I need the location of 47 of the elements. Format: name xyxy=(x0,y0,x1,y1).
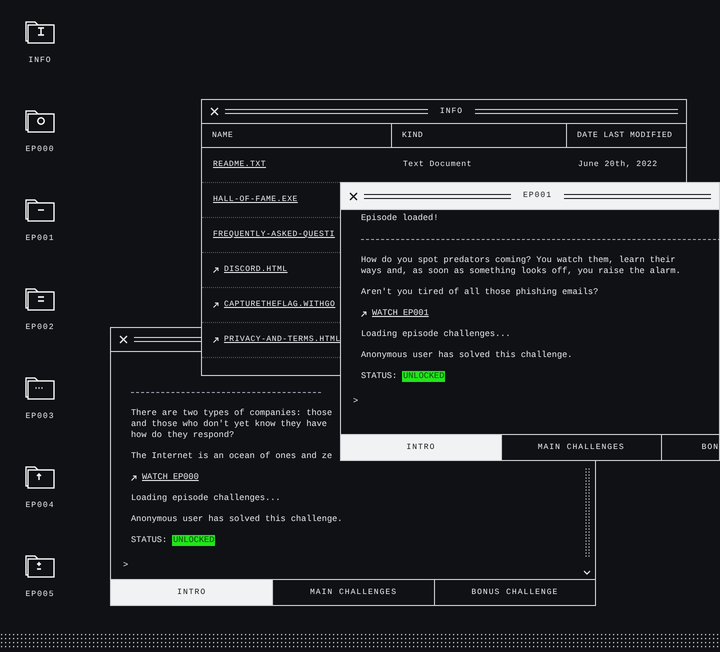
table-cell: June 20th, 2022 xyxy=(578,160,658,169)
status-label: STATUS: xyxy=(131,535,168,546)
folder-label: EP005 xyxy=(25,589,54,601)
terminal-text: Episode loaded! xyxy=(361,213,438,224)
watch-link[interactable]: WATCH EP000 xyxy=(142,472,199,483)
folder-label: INFO xyxy=(28,55,52,67)
file-link[interactable]: README.TXT xyxy=(213,159,266,171)
folder-label: EP004 xyxy=(25,500,54,512)
folder-label: EP003 xyxy=(25,411,54,423)
arrow-icon xyxy=(213,302,219,308)
folder-label: EP002 xyxy=(25,322,54,334)
chevron-down-icon[interactable] xyxy=(583,570,591,575)
tab[interactable]: INTRO xyxy=(111,580,272,605)
terminal-text: The Internet is an ocean of ones and ze xyxy=(131,451,332,462)
file-link[interactable]: HALL-OF-FAME.EXE xyxy=(213,194,298,206)
status-badge: UNLOCKED xyxy=(172,535,216,546)
file-link[interactable]: DISCORD.HTML xyxy=(224,264,288,276)
file-link[interactable]: FREQUENTLY-ASKED-QUESTI xyxy=(213,229,335,241)
arrow-icon xyxy=(213,267,219,273)
file-link[interactable]: PRIVACY-AND-TERMS.HTML xyxy=(224,334,341,346)
table-cell: Text Document xyxy=(403,160,472,169)
terminal-text: How do you spot predators coming? You watch them, learn their ways and, as soon as something looks off, you raise the alarm. xyxy=(361,255,681,277)
terminal-text: Loading episode challenges... xyxy=(361,329,511,340)
close-icon[interactable] xyxy=(349,192,358,200)
column-header: DATE LAST MODIFIED xyxy=(576,130,674,142)
status-label: STATUS: xyxy=(361,371,398,382)
tab[interactable]: INTRO xyxy=(341,435,501,460)
tab[interactable]: BON xyxy=(660,435,719,460)
watch-link[interactable]: WATCH EP001 xyxy=(372,308,429,319)
prompt: > xyxy=(123,560,128,571)
column-header: KIND xyxy=(392,124,567,147)
prompt: > xyxy=(353,396,358,407)
terminal-text: There are two types of companies: those and those who don't yet know they have how do they respond? xyxy=(131,408,332,441)
column-header: NAME xyxy=(202,124,392,147)
arrow-icon xyxy=(131,474,137,480)
terminal-text: Anonymous user has solved this challenge. xyxy=(361,350,572,361)
terminal-text: Aren't you tired of all those phishing emails? xyxy=(361,287,598,298)
file-link[interactable]: CAPTURETHEFLAG.WITHGO xyxy=(224,299,336,311)
status-badge: UNLOCKED xyxy=(402,371,446,382)
arrow-icon xyxy=(361,310,367,316)
terminal-text: Loading episode challenges... xyxy=(131,493,281,504)
folder-label: EP001 xyxy=(25,233,54,245)
window-title: EP001 xyxy=(522,190,554,202)
window-title: INFO xyxy=(438,106,464,118)
terminal-text: Anonymous user has solved this challenge. xyxy=(131,514,342,525)
folder-label: EP000 xyxy=(25,144,54,156)
arrow-icon xyxy=(213,337,219,343)
